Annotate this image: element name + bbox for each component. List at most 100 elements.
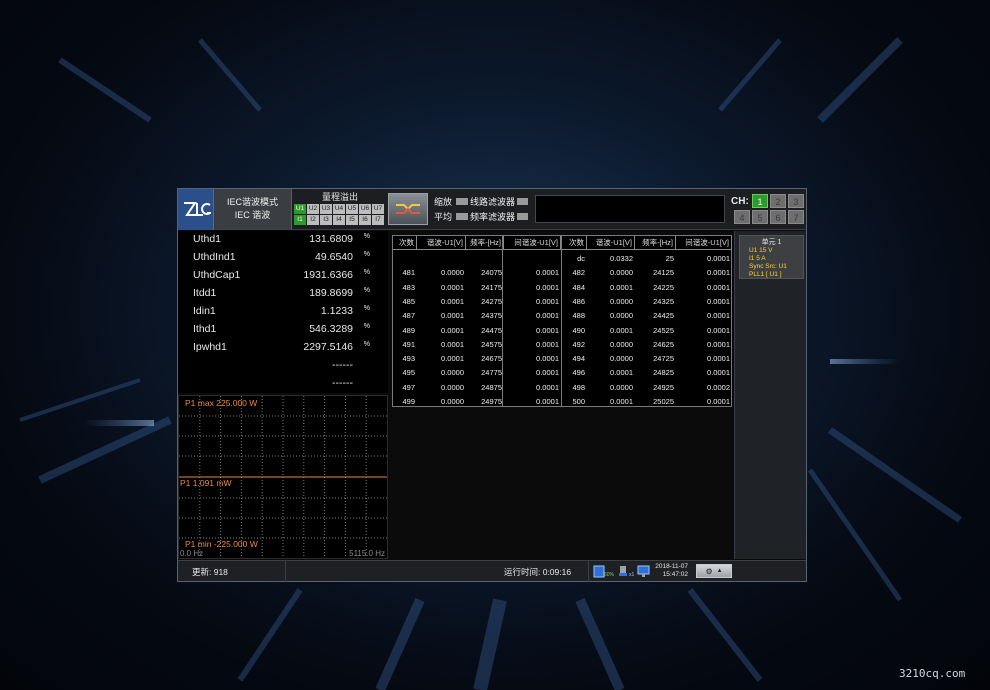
table-cell: 24325	[653, 296, 674, 306]
channel-button-6[interactable]: 6	[770, 210, 786, 224]
mode-button[interactable]: IEC谐波模式 IEC 谐波	[214, 189, 292, 230]
overrange-i5: I5	[346, 215, 358, 225]
measurement-unit: %	[363, 305, 370, 312]
plot-min-label: P1 min -225.000 W	[185, 539, 258, 549]
table-cell: 0.0001	[707, 296, 730, 306]
channel-button-1[interactable]: 1	[752, 194, 768, 208]
measurement-value: 546.3289	[309, 323, 353, 335]
table-cell: 24425	[653, 311, 674, 321]
table-cell: 489	[402, 325, 415, 335]
watermark: 3210cq.com	[899, 667, 966, 680]
table-cell: 24375	[481, 311, 502, 321]
table-cell: 0.0001	[441, 282, 464, 292]
time-text: 15:47:02	[662, 571, 688, 578]
table-header-cell: 频率-[Hz]	[466, 236, 504, 250]
measurement-value: 131.6809	[309, 233, 353, 245]
monitor-icon	[637, 565, 650, 577]
settings-button[interactable]: ⚙ ▲	[696, 564, 732, 578]
measurement-row: Ithd1 546.3289 %	[193, 323, 383, 341]
table-cell: 0.0001	[707, 354, 730, 364]
measurement-value: 49.6540	[315, 251, 353, 263]
plot-x-end: 5115.0 Hz	[349, 549, 385, 558]
run-time: 运行时间: 0:09:16	[504, 567, 572, 577]
mode-title: IEC谐波模式	[226, 197, 278, 207]
filter-icon	[396, 204, 420, 214]
channel-button-5[interactable]: 5	[752, 210, 768, 224]
table-cell: 0.0001	[441, 296, 464, 306]
measurement-name: Idin1	[193, 305, 216, 317]
update-count: 更新: 918	[192, 567, 228, 577]
mode-subtitle: IEC 谐波	[234, 210, 271, 220]
table-cell: 0.0000	[610, 268, 633, 278]
table-cell: 498	[572, 382, 585, 392]
gear-icon: ⚙	[705, 566, 713, 576]
table-header-cell: 间谐波-U1[V]	[676, 236, 732, 250]
channel-button-4[interactable]: 4	[734, 210, 750, 224]
unit-pll: PLL1 [ U1 ]	[749, 271, 782, 278]
channel-label: CH:	[731, 196, 749, 207]
measurement-name: UthdCap1	[193, 269, 241, 281]
average-indicator	[456, 213, 468, 220]
unit-title: 单元 1	[761, 239, 782, 246]
unit-sidebar: 单元 1 U1 15 V I1 5 A Sync Src: U1 PLL1 [ …	[734, 231, 806, 559]
table-cell: 25025	[653, 397, 674, 406]
table-cell: 500	[572, 397, 585, 406]
table-cell: 0.0001	[707, 254, 730, 263]
plot-grid	[179, 396, 387, 558]
table-cell: 0.0001	[707, 339, 730, 349]
measurement-unit: %	[363, 233, 370, 240]
table-cell: 484	[572, 282, 585, 292]
overrange-u5: U5	[346, 204, 358, 214]
table-cell: 24825	[653, 368, 674, 378]
table-cell: 0.0000	[441, 268, 464, 278]
overrange-indicator: 量程溢出 U1 U2 U3 U4 U5 U6 U7 I1 I2 I3 I4 I5…	[294, 191, 386, 228]
table-cell: 24525	[653, 325, 674, 335]
table-cell: 0.0000	[610, 382, 633, 392]
table-cell: 0.0000	[610, 296, 633, 306]
table-cell: 24725	[653, 354, 674, 364]
plot-x-start: 0.0 Hz	[180, 549, 204, 558]
status-icons: 60% x1	[592, 563, 650, 580]
measurement-row: Itdd1 189.8699 %	[193, 287, 383, 305]
table-cell: 0.0000	[441, 382, 464, 392]
overrange-i-row: I1 I2 I3 I4 I5 I6 I7	[294, 215, 386, 225]
table-header-cell: 间谐波-U1[V]	[504, 236, 561, 250]
table-cell: 0.0001	[441, 354, 464, 364]
measurement-row: UthdCap1 1931.6366 %	[193, 269, 383, 287]
zlg-logo	[178, 189, 214, 230]
table-cell: 497	[402, 382, 415, 392]
table-cell: 482	[572, 268, 585, 278]
table-cell: 0.0001	[707, 268, 730, 278]
table-cell: 0.0002	[707, 382, 730, 392]
channel-button-7[interactable]: 7	[788, 210, 804, 224]
unit-card[interactable]: 单元 1 U1 15 V I1 5 A Sync Src: U1 PLL1 [ …	[739, 235, 804, 279]
table-cell: 483	[402, 282, 415, 292]
table-cell: 488	[572, 311, 585, 321]
table-cell	[462, 252, 502, 266]
channel-button-3[interactable]: 3	[788, 194, 804, 208]
table-cell: 0.0001	[610, 325, 633, 335]
table-cell: 0.0000	[610, 354, 633, 364]
filter-settings-button[interactable]	[388, 193, 428, 225]
storage-percent: 60%	[604, 572, 615, 578]
top-toolbar: IEC谐波模式 IEC 谐波 量程溢出 U1 U2 U3 U4 U5 U6 U7…	[178, 189, 806, 230]
table-cell: 24975	[481, 397, 502, 406]
measurement-row: ------	[193, 359, 383, 377]
harmonic-table: 次数 谐波-U1[V] 频率-[Hz] 间谐波-U1[V] 次数 谐波-U1[V] 频率-[…	[392, 235, 732, 407]
chevron-up-icon: ▲	[716, 568, 723, 574]
overrange-i2: I2	[307, 215, 319, 225]
overrange-i1: I1	[294, 215, 306, 225]
table-cell: 24475	[481, 325, 502, 335]
table-cell: 0.0000	[441, 368, 464, 378]
table-cell	[424, 252, 464, 266]
measurement-row: ------	[193, 377, 383, 395]
table-cell: 24675	[481, 354, 502, 364]
instrument-window: IEC谐波模式 IEC 谐波 量程溢出 U1 U2 U3 U4 U5 U6 U7…	[177, 188, 807, 582]
measurement-value: 1931.6366	[303, 269, 353, 281]
channel-button-2[interactable]: 2	[770, 194, 786, 208]
table-cell: 492	[572, 339, 585, 349]
measurement-name: UthdInd1	[193, 251, 236, 263]
measurement-row: Uthd1 131.6809 %	[193, 233, 383, 251]
table-cell: dc	[577, 254, 585, 263]
overrange-i3: I3	[320, 215, 332, 225]
